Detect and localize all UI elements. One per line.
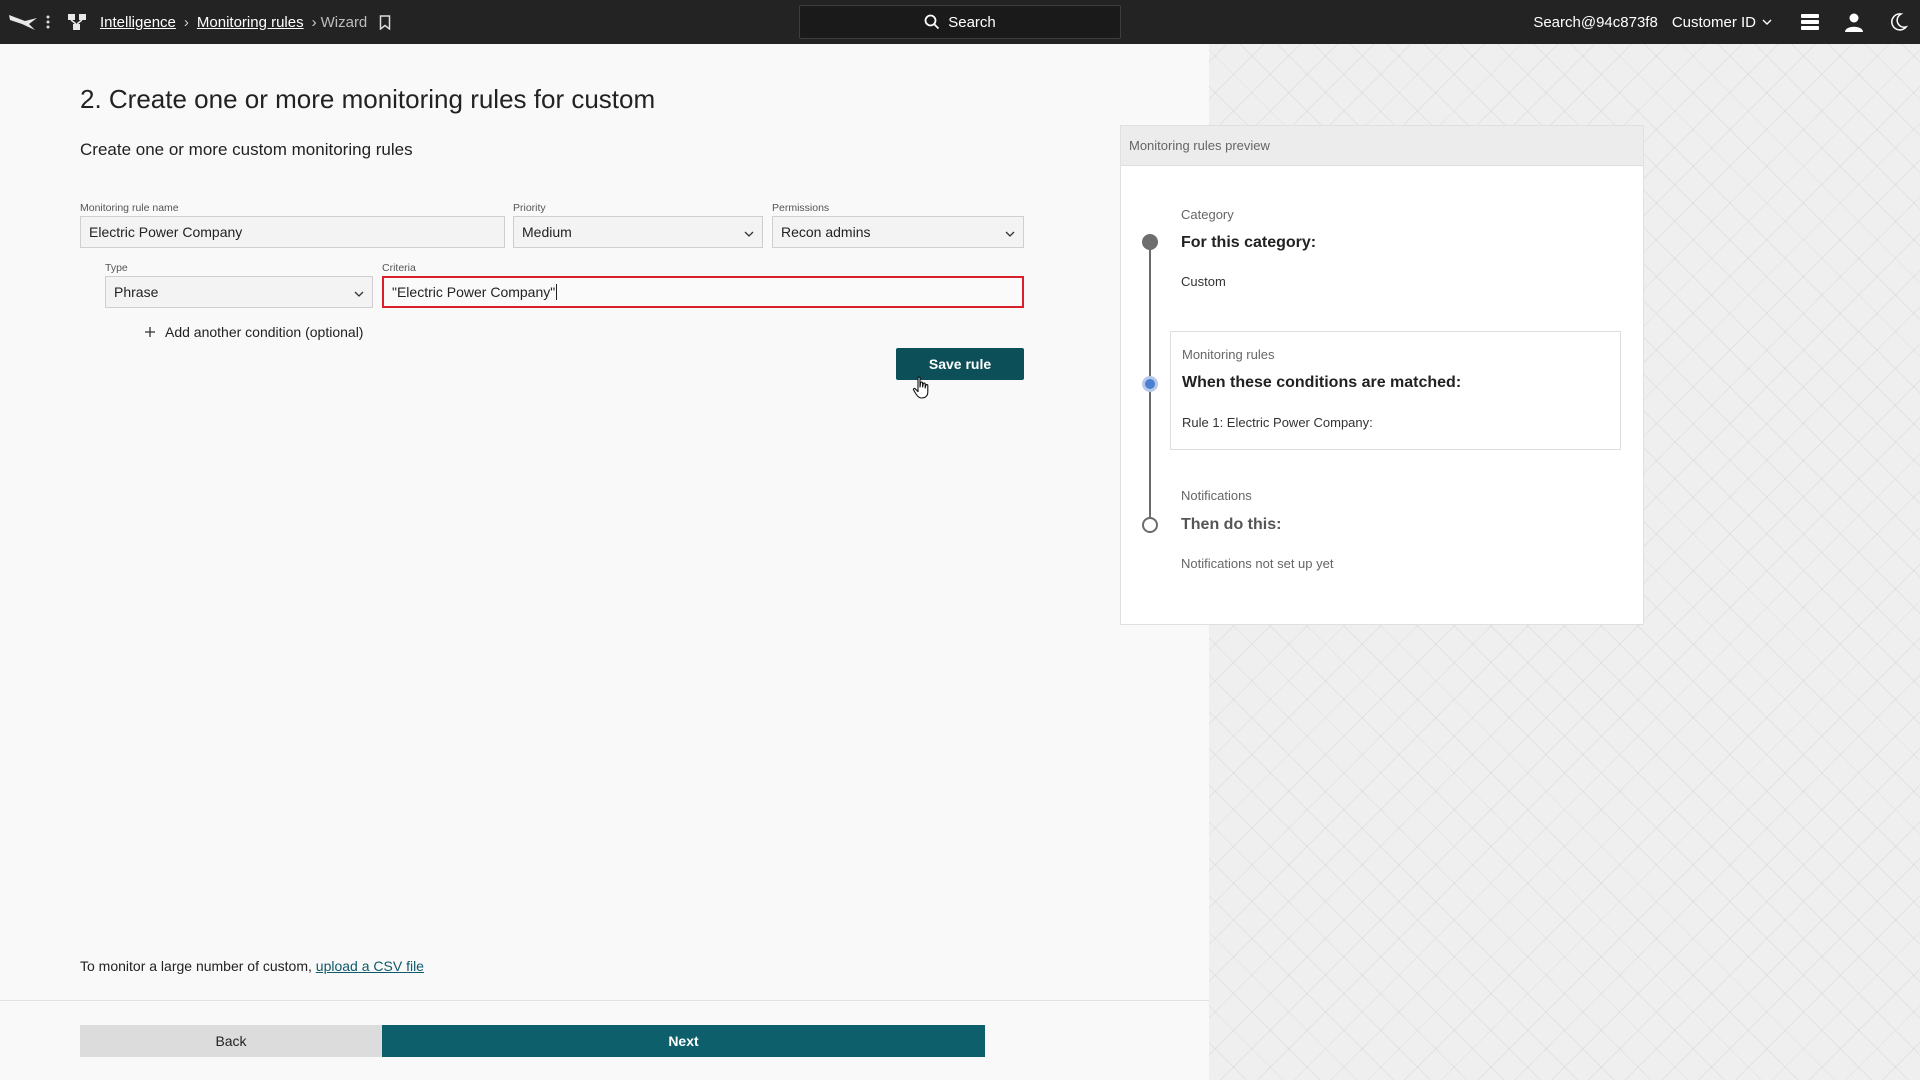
add-condition-label: Add another condition (optional) (165, 324, 364, 340)
search-icon (924, 14, 940, 30)
customer-id-label: Customer ID (1671, 13, 1756, 31)
category-value: Custom (1181, 274, 1226, 289)
moon-icon[interactable] (1888, 12, 1908, 32)
plus-icon (145, 324, 155, 340)
notifications-heading: Then do this: (1181, 516, 1282, 533)
messages-icon[interactable] (1800, 13, 1820, 31)
add-condition-button[interactable]: Add another condition (optional) (145, 324, 363, 340)
rules-heading: When these conditions are matched: (1182, 374, 1462, 391)
upload-csv-link[interactable]: upload a CSV file (316, 958, 424, 974)
rule-name-value: Electric Power Company (89, 224, 243, 240)
footer-divider (0, 1000, 1209, 1001)
falcon-logo-icon[interactable] (6, 12, 40, 32)
page-title: 2. Create one or more monitoring rules f… (80, 84, 656, 114)
category-heading: For this category: (1181, 234, 1317, 251)
monitoring-rules-label: Monitoring rules (1182, 347, 1275, 362)
back-button[interactable]: Back (80, 1025, 382, 1057)
notifications-value: Notifications not set up yet (1181, 556, 1334, 571)
chevron-down-icon (744, 224, 754, 240)
priority-value: Medium (522, 224, 572, 240)
category-label: Category (1181, 207, 1234, 222)
step-complete-dot (1142, 234, 1158, 250)
breadcrumb-monitoring-rules[interactable]: Monitoring rules (197, 14, 304, 31)
wizard-main: 2. Create one or more monitoring rules f… (0, 44, 1209, 1080)
type-select[interactable]: Phrase (105, 276, 373, 308)
section-subtitle: Create one or more custom monitoring rul… (80, 140, 413, 159)
breadcrumb-wizard: Wizard (320, 13, 368, 31)
permissions-label: Permissions (772, 202, 830, 214)
customer-id-menu[interactable]: Customer ID (1672, 14, 1772, 31)
preview-header: Monitoring rules preview (1121, 126, 1643, 166)
next-button[interactable]: Next (382, 1025, 985, 1057)
criteria-value: "Electric Power Company" (392, 284, 556, 300)
user-email[interactable]: Search@94c873f8 (1533, 14, 1657, 31)
chevron-down-icon (354, 284, 364, 300)
rule-name-label: Monitoring rule name (80, 202, 179, 214)
breadcrumb-separator: › (311, 13, 317, 31)
step-pending-dot (1142, 517, 1158, 533)
breadcrumb-intelligence[interactable]: Intelligence (100, 14, 176, 31)
csv-note: To monitor a large number of custom, upl… (80, 958, 424, 974)
criteria-input[interactable]: "Electric Power Company" (382, 276, 1024, 308)
type-value: Phrase (114, 284, 159, 300)
monitoring-rules-preview: Monitoring rules preview Category For th… (1120, 125, 1644, 625)
bookmark-icon[interactable] (379, 14, 391, 30)
criteria-label: Criteria (382, 262, 416, 274)
chevron-down-icon (1762, 19, 1772, 25)
top-bar-right: Search@94c873f8 Customer ID (1533, 0, 1908, 44)
hand-cursor-icon (912, 376, 932, 405)
csv-note-text: To monitor a large number of custom, (80, 958, 312, 974)
chevron-down-icon (1005, 224, 1015, 240)
global-search[interactable]: Search (799, 5, 1121, 39)
notifications-label: Notifications (1181, 488, 1252, 503)
priority-select[interactable]: Medium (513, 216, 763, 248)
rule-name-input[interactable]: Electric Power Company (80, 216, 505, 248)
apps-menu-icon[interactable] (40, 14, 56, 30)
text-cursor (556, 284, 558, 300)
top-bar-left: Intelligence › Monitoring rules › Wizard (6, 0, 391, 44)
rule-1-text: Rule 1: Electric Power Company: (1182, 415, 1373, 430)
search-label: Search (948, 13, 996, 31)
top-bar: Intelligence › Monitoring rules › Wizard… (0, 0, 1920, 44)
permissions-select[interactable]: Recon admins (772, 216, 1024, 248)
type-label: Type (105, 262, 128, 274)
network-icon (62, 13, 92, 31)
step-active-dot (1142, 376, 1158, 392)
user-icon[interactable] (1844, 12, 1864, 32)
breadcrumb-separator: › (183, 13, 189, 31)
priority-label: Priority (513, 202, 546, 214)
permissions-value: Recon admins (781, 224, 871, 240)
